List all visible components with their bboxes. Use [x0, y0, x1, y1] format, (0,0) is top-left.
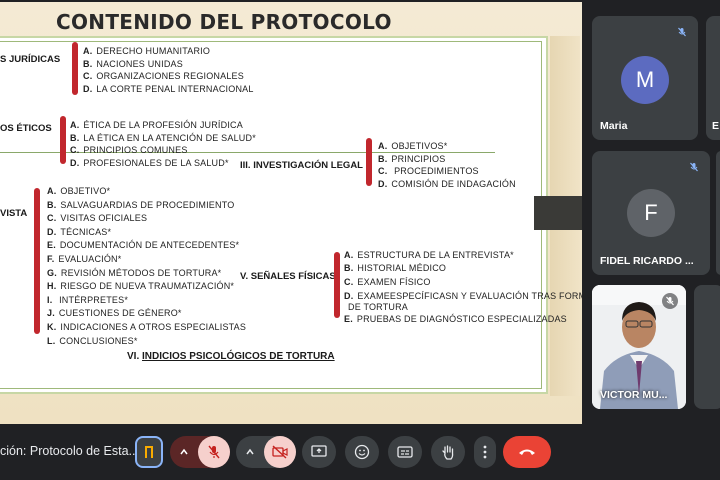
list-item: D. LA CORTE PENAL INTERNACIONAL [83, 83, 254, 94]
list-item: A. ESTRUCTURA DE LA ENTREVISTA* [344, 250, 514, 260]
list-senales: A. ESTRUCTURA DE LA ENTREVISTA* B. HISTORI… [344, 249, 599, 327]
list-item: I. INTÉRPRETES* [47, 294, 129, 305]
door-icon [145, 446, 153, 458]
participant-name: VICTOR MU... [600, 389, 668, 401]
camera-toggle-button[interactable] [264, 436, 296, 468]
slide-title: CONTENIDO DEL PROTOCOLO [56, 10, 392, 34]
more-vert-icon [483, 445, 487, 459]
audio-group [170, 436, 230, 468]
hand-icon [442, 445, 454, 460]
camera-off-icon [272, 445, 288, 459]
participant-tile[interactable]: VICTOR MU... [592, 285, 686, 409]
meeting-toolbar: ción: Protocolo de Esta... [0, 424, 720, 480]
list-investigacion: A. OBJETIVOS* B. PRINCIPIOS C. PROCEDIMIEN… [378, 140, 516, 190]
list-item: C. PRINCIPIOS COMUNES [70, 145, 188, 156]
emoji-icon [354, 444, 370, 460]
list-item: C. EXAMEN FÍSICO [344, 276, 431, 287]
list-item: B. SALVAGUARDIAS DE PROCEDIMIENTO [47, 199, 235, 210]
section-label-indicios: VI. INDICIOS PSICOLÓGICOS DE TORTURA [127, 351, 335, 362]
participant-tile[interactable] [694, 285, 720, 409]
section-label-juridicas: S JURÍDICAS [0, 54, 61, 65]
list-item: DE TORTURA [348, 302, 409, 313]
list-item: D. PROFESIONALES DE LA SALUD* [70, 157, 229, 168]
participant-tile[interactable]: E [706, 16, 720, 140]
list-item: A. ÉTICA DE LA PROFESIÓN JURÍDICA [70, 120, 243, 130]
chevron-up-icon [246, 448, 254, 455]
present-icon [311, 445, 327, 457]
more-options-button[interactable] [474, 436, 496, 468]
list-item: A. OBJETIVO* [47, 186, 111, 196]
list-item: B. HISTORIAL MÉDICO [344, 263, 447, 274]
list-item: A. DERECHO HUMANITARIO [83, 46, 211, 56]
list-item: K. INDICACIONES A OTROS ESPECIALISTAS [47, 321, 247, 332]
list-item: C. PROCEDIMIENTOS [378, 166, 479, 177]
participant-name: FIDEL RICARDO ... [600, 255, 694, 267]
list-item: G. REVISIÓN MÉTODOS DE TORTURA* [47, 267, 222, 278]
meeting-title: ción: Protocolo de Esta... [0, 444, 139, 458]
list-item: D. COMISIÓN DE INDAGACIÓN [378, 178, 516, 189]
list-item: D. TÉCNICAS* [47, 226, 112, 237]
list-item: C. VISITAS OFICIALES [47, 213, 148, 224]
list-item: J. CUESTIONES DE GÉNERO* [47, 308, 182, 319]
captions-button[interactable] [388, 436, 422, 468]
raise-hand-button[interactable] [431, 436, 465, 468]
list-item: A. OBJETIVOS* [378, 141, 448, 151]
section-label-entrevista: VISTA [0, 208, 28, 219]
brace-entrevista [34, 188, 40, 334]
brace-eticos [60, 116, 66, 164]
mic-toggle-button[interactable] [198, 436, 230, 468]
audio-options-button[interactable] [170, 436, 198, 468]
section-label-senales: V. SEÑALES FÍSICAS [240, 271, 336, 282]
captions-icon [397, 446, 413, 458]
reactions-button[interactable] [345, 436, 379, 468]
shared-presentation: CONTENIDO DEL PROTOCOLO S JURÍDICAS A. DE… [0, 0, 599, 424]
participant-tile[interactable] [716, 151, 720, 275]
avatar: F [627, 189, 675, 237]
list-juridicas: A. DERECHO HUMANITARIO B. NACIONES UNIDAS … [83, 45, 254, 95]
list-item: C. ORGANIZACIONES REGIONALES [83, 71, 244, 82]
chevron-up-icon [180, 448, 188, 455]
list-item: E. PRUEBAS DE DIAGNÓSTICO ESPECIALIZADAS [344, 314, 567, 325]
mic-off-icon [686, 159, 702, 175]
list-item: L. CONCLUSIONES* [47, 335, 138, 346]
mic-off-icon [208, 445, 220, 459]
list-item: D. EXAMEESPECÍFICASN Y EVALUACIÓN TRAS FO… [344, 291, 599, 302]
list-item: B. NACIONES UNIDAS [83, 58, 183, 69]
list-item: E. DOCUMENTACIÓN DE ANTECEDENTES* [47, 240, 240, 251]
mic-off-icon [662, 293, 678, 309]
list-item: H. RIESGO DE NUEVA TRAUMATIZACIÓN* [47, 281, 235, 292]
list-entrevista: A. OBJETIVO* B. SALVAGUARDIAS DE PROCEDIMI… [47, 185, 246, 348]
list-eticos: A. ÉTICA DE LA PROFESIÓN JURÍDICA B. LA ÉT… [70, 119, 256, 169]
participant-name: E [712, 120, 720, 132]
phone-hangup-icon [519, 449, 535, 455]
list-item: F. EVALUACIÓN* [47, 253, 122, 264]
slide: CONTENIDO DEL PROTOCOLO S JURÍDICAS A. DE… [0, 2, 599, 424]
section-label-investigacion: III. INVESTIGACIÓN LEGAL [240, 160, 363, 171]
participant-tile[interactable]: M Maria [592, 16, 698, 140]
mic-off-icon [674, 24, 690, 40]
brace-investigacion [366, 138, 372, 186]
list-item: B. PRINCIPIOS [378, 153, 446, 164]
video-group [236, 436, 296, 468]
slide-side-tab [534, 196, 582, 230]
participant-name: Maria [600, 120, 628, 132]
brace-juridicas [72, 42, 78, 95]
leave-call-button[interactable] [503, 436, 551, 468]
brace-senales [334, 252, 340, 318]
present-button[interactable] [302, 436, 336, 468]
participant-tile[interactable]: F FIDEL RICARDO ... [592, 151, 710, 275]
list-item: B. LA ÉTICA EN LA ATENCIÓN DE SALUD* [70, 132, 256, 143]
companion-mode-button[interactable] [135, 436, 163, 468]
avatar: M [621, 56, 669, 104]
section-label-eticos: OS ÉTICOS [0, 123, 52, 134]
video-options-button[interactable] [236, 436, 264, 468]
